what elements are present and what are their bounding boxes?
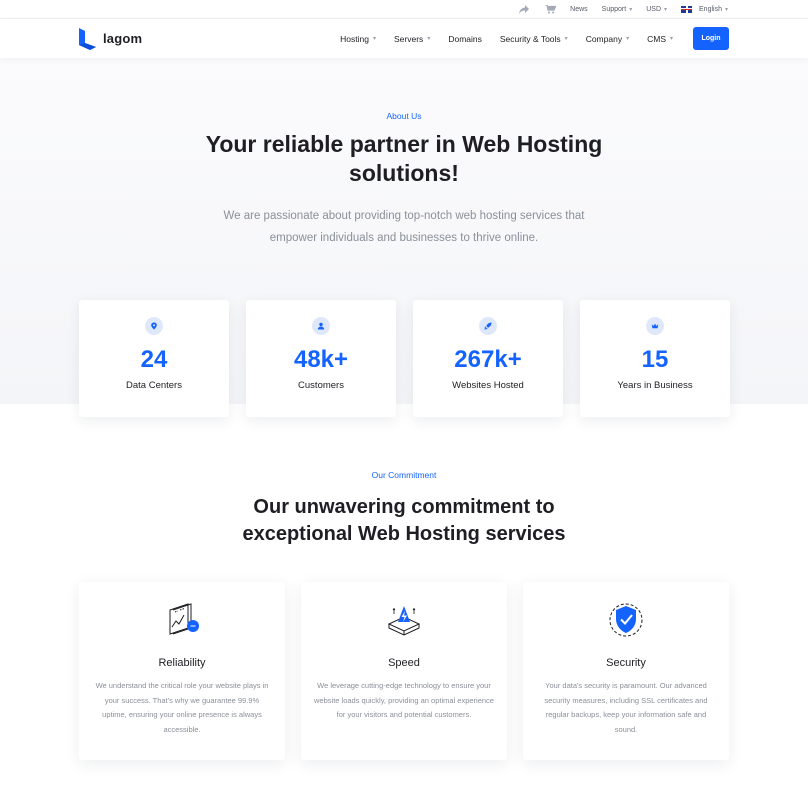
feature-title: Speed bbox=[388, 657, 420, 669]
chevron-down-icon: ▾ bbox=[427, 36, 431, 42]
share-icon[interactable] bbox=[518, 3, 530, 15]
stat-value: 48k+ bbox=[293, 346, 349, 373]
support-dropdown[interactable]: Support ▾ bbox=[602, 6, 633, 13]
rocket-icon bbox=[479, 317, 497, 335]
nav-cms-label: CMS bbox=[647, 33, 666, 44]
brand-logo[interactable]: lagom bbox=[79, 27, 143, 50]
chevron-down-icon: ▾ bbox=[664, 6, 668, 13]
main-menu: Hosting ▾ Servers ▾ Domains Security & Too… bbox=[340, 27, 729, 50]
currency-label: USD bbox=[646, 5, 661, 13]
user-icon bbox=[312, 317, 330, 335]
nav-security-tools-label: Security & Tools bbox=[499, 33, 561, 44]
nav-security-tools[interactable]: Security & Tools ▾ bbox=[500, 34, 568, 44]
feature-text: Your data's security is paramount. Our a… bbox=[544, 681, 708, 734]
stat-label: Websites Hosted bbox=[452, 380, 524, 391]
login-button[interactable]: Login bbox=[693, 27, 729, 50]
feature-card-reliability: Reliability We understand the critical r… bbox=[79, 582, 285, 760]
hero-title: Your reliable partner in Web Hosting sol… bbox=[205, 131, 603, 186]
features-row: Reliability We understand the critical r… bbox=[79, 582, 729, 760]
stat-label: Years in Business bbox=[617, 380, 693, 391]
brand-name: lagom bbox=[103, 31, 143, 46]
stat-label: Data Centers bbox=[126, 380, 182, 391]
stat-value: 267k+ bbox=[454, 346, 522, 373]
nav-hosting[interactable]: Hosting ▾ bbox=[340, 34, 376, 44]
nav-servers-label: Servers bbox=[394, 33, 424, 44]
uptime-chart-icon bbox=[162, 600, 202, 640]
chevron-down-icon: ▾ bbox=[724, 6, 728, 13]
crown-icon bbox=[646, 317, 664, 335]
nav-company-label: Company bbox=[585, 33, 623, 44]
cart-icon[interactable] bbox=[544, 3, 556, 15]
hero-subtitle: We are passionate about providing top-no… bbox=[223, 210, 585, 244]
stat-card-customers: 48k+ Customers bbox=[246, 300, 396, 417]
stat-label: Customers bbox=[298, 380, 344, 391]
chevron-down-icon: ▾ bbox=[626, 36, 630, 42]
lagom-logo-icon bbox=[79, 27, 96, 50]
commitment-eyebrow: Our Commitment bbox=[371, 470, 437, 480]
hero-eyebrow: About Us bbox=[386, 111, 422, 121]
chevron-down-icon: ▾ bbox=[669, 36, 673, 42]
location-pin-icon bbox=[145, 317, 163, 335]
nav-hosting-label: Hosting bbox=[340, 33, 369, 44]
nav-servers[interactable]: Servers ▾ bbox=[394, 34, 430, 44]
nav-domains-label: Domains bbox=[448, 33, 482, 44]
stat-card-years: 15 Years in Business bbox=[580, 300, 730, 417]
feature-card-security: Security Your data's security is paramou… bbox=[523, 582, 729, 760]
news-link[interactable]: News bbox=[570, 6, 588, 13]
stats-row: 24 Data Centers 48k+ Customers 267k+ Web… bbox=[79, 300, 730, 417]
feature-text: We leverage cutting-edge technology to e… bbox=[314, 681, 494, 719]
uk-flag-icon bbox=[681, 5, 693, 13]
top-utility-bar: News Support ▾ USD ▾ English ▾ bbox=[0, 0, 808, 19]
stat-value: 15 bbox=[641, 346, 669, 373]
language-label: English bbox=[699, 5, 722, 13]
support-label: Support bbox=[601, 5, 627, 13]
nav-cms[interactable]: CMS ▾ bbox=[647, 34, 673, 44]
feature-card-speed: Speed We leverage cutting-edge technolog… bbox=[301, 582, 507, 760]
chevron-down-icon: ▾ bbox=[564, 36, 568, 42]
feature-title: Security bbox=[606, 657, 646, 669]
stat-card-data-centers: 24 Data Centers bbox=[79, 300, 229, 417]
chevron-down-icon: ▾ bbox=[373, 36, 377, 42]
feature-text: We understand the critical role your web… bbox=[95, 681, 269, 734]
chevron-down-icon: ▾ bbox=[629, 6, 633, 13]
feature-title: Reliability bbox=[158, 657, 206, 669]
stat-card-websites: 267k+ Websites Hosted bbox=[413, 300, 563, 417]
nav-domains[interactable]: Domains bbox=[448, 34, 482, 44]
lightning-server-icon bbox=[384, 600, 424, 640]
currency-dropdown[interactable]: USD ▾ bbox=[646, 6, 667, 13]
shield-check-icon bbox=[606, 600, 646, 640]
language-dropdown[interactable]: English ▾ bbox=[681, 5, 728, 13]
main-navbar: lagom Hosting ▾ Servers ▾ Domains Security… bbox=[0, 19, 808, 58]
nav-company[interactable]: Company ▾ bbox=[586, 34, 629, 44]
stat-value: 24 bbox=[140, 346, 168, 373]
commitment-title: Our unwavering commitment to exceptional… bbox=[242, 496, 566, 545]
